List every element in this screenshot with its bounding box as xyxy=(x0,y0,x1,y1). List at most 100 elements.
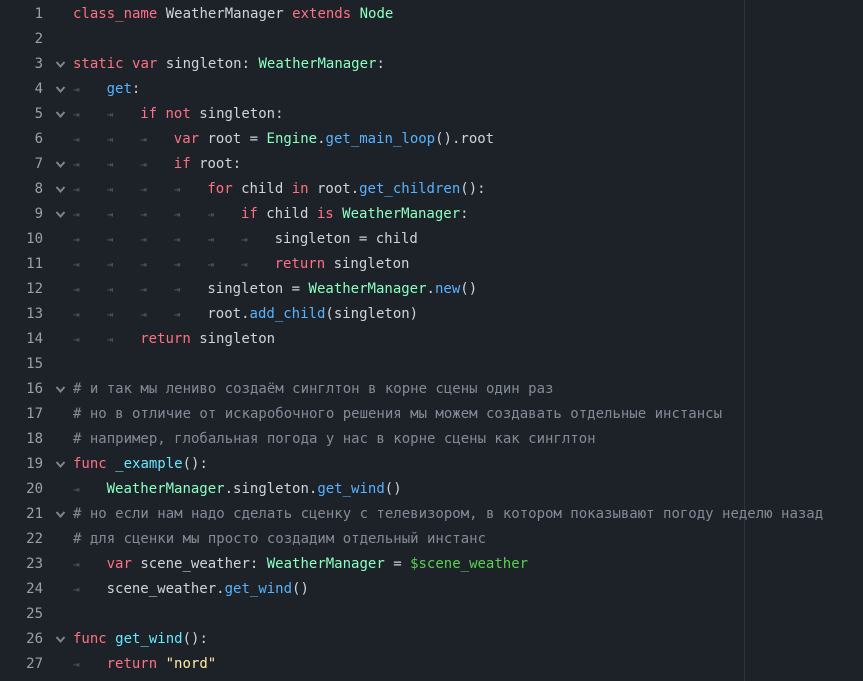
fold-chevron-icon[interactable] xyxy=(55,160,66,169)
line-number[interactable]: 18 xyxy=(0,427,43,452)
code-line[interactable]: 1 class_name WeatherManager extends Node xyxy=(0,2,863,27)
code-line[interactable]: 12 ⇥ ⇥ ⇥ ⇥ singleton = WeatherManager.new() xyxy=(0,277,863,302)
code-token: () xyxy=(384,481,402,497)
line-number[interactable]: 22 xyxy=(0,527,43,552)
code-text[interactable]: func get_wind(): xyxy=(73,627,208,652)
code-text[interactable]: ⇥ ⇥ ⇥ ⇥ for child in root.get_children(): xyxy=(73,177,486,202)
code-line[interactable]: 26 func get_wind(): xyxy=(0,627,863,652)
line-number[interactable]: 14 xyxy=(0,327,43,352)
code-text[interactable]: ⇥ var scene_weather: WeatherManager = $sc… xyxy=(73,552,528,577)
code-text[interactable]: # для сценки мы просто создадим отдельны… xyxy=(73,527,486,552)
line-number[interactable]: 19 xyxy=(0,452,43,477)
code-line[interactable]: 18 # например, глобальная погода у нас в … xyxy=(0,427,863,452)
code-text[interactable]: ⇥ ⇥ ⇥ ⇥ ⇥ ⇥ return singleton xyxy=(73,252,409,277)
code-token: _example xyxy=(115,456,183,472)
tab-indent-icon: ⇥ xyxy=(173,183,181,196)
fold-chevron-icon[interactable] xyxy=(55,110,66,119)
line-number[interactable]: 27 xyxy=(0,652,43,677)
line-number[interactable]: 26 xyxy=(0,627,43,652)
code-line[interactable]: 23 ⇥ var scene_weather: WeatherManager = $… xyxy=(0,552,863,577)
code-text[interactable]: func _example(): xyxy=(73,452,208,477)
code-text[interactable]: ⇥ ⇥ if not singleton: xyxy=(73,102,284,127)
line-number[interactable]: 20 xyxy=(0,477,43,502)
line-number[interactable]: 4 xyxy=(0,77,43,102)
line-number[interactable]: 12 xyxy=(0,277,43,302)
code-text[interactable]: ⇥ ⇥ ⇥ var root = Engine.get_main_loop().roo… xyxy=(73,127,494,152)
line-number[interactable]: 15 xyxy=(0,352,43,377)
tab-indent-icon: ⇥ xyxy=(106,108,114,121)
code-text[interactable]: # но в отличие от искаробочного решения … xyxy=(73,402,722,427)
line-number[interactable]: 1 xyxy=(0,2,43,27)
fold-chevron-icon[interactable] xyxy=(55,185,66,194)
line-number[interactable]: 21 xyxy=(0,502,43,527)
line-number[interactable]: 17 xyxy=(0,402,43,427)
code-line[interactable]: 9 ⇥ ⇥ ⇥ ⇥ ⇥ if child is WeatherManager: xyxy=(0,202,863,227)
code-text[interactable]: static var singleton: WeatherManager: xyxy=(73,52,385,77)
code-text[interactable]: ⇥ WeatherManager.singleton.get_wind() xyxy=(73,477,402,502)
code-line[interactable]: 13 ⇥ ⇥ ⇥ ⇥ root.add_child(singleton) xyxy=(0,302,863,327)
line-number[interactable]: 13 xyxy=(0,302,43,327)
code-line[interactable]: 2 xyxy=(0,27,863,52)
fold-chevron-icon[interactable] xyxy=(55,460,66,469)
line-number[interactable]: 25 xyxy=(0,602,43,627)
tab-indent-icon: ⇥ xyxy=(106,308,114,321)
code-text[interactable]: # и так мы лениво создаём синглтон в кор… xyxy=(73,377,553,402)
code-line[interactable]: 8 ⇥ ⇥ ⇥ ⇥ for child in root.get_children(): xyxy=(0,177,863,202)
code-line[interactable]: 25 xyxy=(0,602,863,627)
code-line[interactable]: 7 ⇥ ⇥ ⇥ if root: xyxy=(0,152,863,177)
code-line[interactable]: 17 # но в отличие от искаробочного решени… xyxy=(0,402,863,427)
line-number[interactable]: 2 xyxy=(0,27,43,52)
code-line[interactable]: 10 ⇥ ⇥ ⇥ ⇥ ⇥ ⇥ singleton = child xyxy=(0,227,863,252)
line-number[interactable]: 3 xyxy=(0,52,43,77)
code-line[interactable]: 11 ⇥ ⇥ ⇥ ⇥ ⇥ ⇥ return singleton xyxy=(0,252,863,277)
code-text[interactable]: # например, глобальная погода у нас в ко… xyxy=(73,427,596,452)
line-number[interactable]: 11 xyxy=(0,252,43,277)
line-number[interactable]: 16 xyxy=(0,377,43,402)
code-text[interactable]: ⇥ ⇥ return singleton xyxy=(73,327,275,352)
line-number[interactable]: 9 xyxy=(0,202,43,227)
code-line[interactable]: 15 xyxy=(0,352,863,377)
code-text[interactable]: ⇥ scene_weather.get_wind() xyxy=(73,577,309,602)
fold-chevron-icon[interactable] xyxy=(55,385,66,394)
code-text[interactable]: ⇥ ⇥ ⇥ ⇥ ⇥ ⇥ singleton = child xyxy=(73,227,418,252)
code-text[interactable]: # но если нам надо сделать сценку с теле… xyxy=(73,502,823,527)
code-line[interactable]: 22 # для сценки мы просто создадим отдель… xyxy=(0,527,863,552)
code-text[interactable]: class_name WeatherManager extends Node xyxy=(73,2,393,27)
line-number[interactable]: 24 xyxy=(0,577,43,602)
line-number[interactable]: 7 xyxy=(0,152,43,177)
code-editor[interactable]: 1 class_name WeatherManager extends Node 2… xyxy=(0,0,863,681)
line-number[interactable]: 6 xyxy=(0,127,43,152)
code-line[interactable]: 27 ⇥ return "nord" xyxy=(0,652,863,677)
code-line[interactable]: 14 ⇥ ⇥ return singleton xyxy=(0,327,863,352)
code-text[interactable]: ⇥ ⇥ ⇥ ⇥ singleton = WeatherManager.new() xyxy=(73,277,477,302)
code-text[interactable]: ⇥ ⇥ ⇥ ⇥ root.add_child(singleton) xyxy=(73,302,418,327)
code-line[interactable]: 19 func _example(): xyxy=(0,452,863,477)
code-text[interactable]: ⇥ ⇥ ⇥ ⇥ ⇥ if child is WeatherManager: xyxy=(73,202,469,227)
code-text[interactable]: ⇥ return "nord" xyxy=(73,652,216,677)
code-text[interactable]: ⇥ get: xyxy=(73,77,140,102)
code-token: : xyxy=(131,81,141,97)
fold-chevron-icon[interactable] xyxy=(55,60,66,69)
tab-indent-icon: ⇥ xyxy=(240,233,248,246)
code-text[interactable]: ⇥ ⇥ ⇥ if root: xyxy=(73,152,241,177)
line-number[interactable]: 23 xyxy=(0,552,43,577)
code-token: WeatherManager xyxy=(106,481,225,497)
code-line[interactable]: 21 # но если нам надо сделать сценку с те… xyxy=(0,502,863,527)
code-line[interactable]: 24 ⇥ scene_weather.get_wind() xyxy=(0,577,863,602)
fold-chevron-icon[interactable] xyxy=(55,635,66,644)
code-line[interactable]: 16 # и так мы лениво создаём синглтон в к… xyxy=(0,377,863,402)
fold-chevron-icon[interactable] xyxy=(55,85,66,94)
line-number[interactable]: 8 xyxy=(0,177,43,202)
fold-chevron-icon[interactable] xyxy=(55,510,66,519)
code-line[interactable]: 4 ⇥ get: xyxy=(0,77,863,102)
code-line[interactable]: 6 ⇥ ⇥ ⇥ var root = Engine.get_main_loop().ro… xyxy=(0,127,863,152)
code-token: static xyxy=(73,56,124,72)
code-line[interactable]: 20 ⇥ WeatherManager.singleton.get_wind() xyxy=(0,477,863,502)
fold-chevron-icon[interactable] xyxy=(55,210,66,219)
line-number[interactable]: 5 xyxy=(0,102,43,127)
code-line[interactable]: 3 static var singleton: WeatherManager: xyxy=(0,52,863,77)
code-line[interactable]: 5 ⇥ ⇥ if not singleton: xyxy=(0,102,863,127)
line-number[interactable]: 10 xyxy=(0,227,43,252)
